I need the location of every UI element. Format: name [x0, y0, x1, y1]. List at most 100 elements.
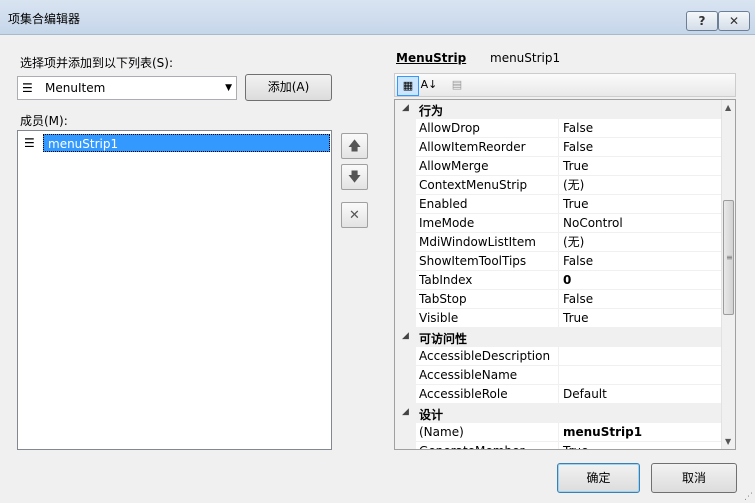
property-name: AccessibleDescription: [419, 349, 551, 363]
property-name: ContextMenuStrip: [419, 178, 528, 192]
close-button[interactable]: ✕: [718, 11, 750, 31]
property-value[interactable]: NoControl: [558, 214, 721, 233]
property-grid-toolbar: ▦ A↓ ▤: [394, 73, 736, 97]
alphabetical-icon[interactable]: A↓: [419, 76, 439, 94]
property-row[interactable]: AccessibleRole Default: [395, 385, 721, 404]
window-title: 项集合编辑器: [8, 12, 81, 26]
move-down-button[interactable]: 🡇: [341, 164, 368, 190]
property-value[interactable]: (无): [558, 176, 721, 195]
property-name: Enabled: [419, 197, 468, 211]
property-row[interactable]: Visible True: [395, 309, 721, 328]
delete-button[interactable]: ✕: [341, 202, 368, 228]
row-gutter: [395, 138, 416, 157]
property-row[interactable]: Enabled True: [395, 195, 721, 214]
property-value[interactable]: 0: [558, 271, 721, 290]
property-row[interactable]: MdiWindowListItem (无): [395, 233, 721, 252]
property-value[interactable]: menuStrip1: [558, 423, 721, 442]
collapse-icon[interactable]: ◢: [402, 331, 409, 341]
row-gutter: [395, 423, 416, 442]
object-name: menuStrip1: [490, 51, 561, 65]
ok-button[interactable]: 确定: [557, 463, 640, 493]
category-name: 行为: [419, 104, 444, 118]
delete-icon: ✕: [349, 208, 360, 223]
property-value[interactable]: False: [558, 290, 721, 309]
property-name: AccessibleName: [419, 368, 518, 382]
property-row[interactable]: ShowItemToolTips False: [395, 252, 721, 271]
property-value[interactable]: [558, 366, 721, 385]
add-button[interactable]: 添加(A): [245, 74, 332, 101]
property-row[interactable]: ImeMode NoControl: [395, 214, 721, 233]
row-gutter: [395, 385, 416, 404]
menu-item-icon: ☰: [22, 81, 33, 95]
scroll-thumb[interactable]: ≡: [723, 200, 734, 315]
property-name: (Name): [419, 425, 464, 439]
property-value[interactable]: (无): [558, 233, 721, 252]
row-gutter: [395, 290, 416, 309]
row-gutter: [395, 347, 416, 366]
row-gutter: [395, 214, 416, 233]
row-gutter: [395, 195, 416, 214]
row-gutter: [395, 119, 416, 138]
property-value[interactable]: False: [558, 138, 721, 157]
property-row[interactable]: AllowItemReorder False: [395, 138, 721, 157]
scroll-up-icon[interactable]: ▲: [725, 103, 731, 112]
move-up-button[interactable]: 🡅: [341, 133, 368, 159]
property-value[interactable]: False: [558, 252, 721, 271]
property-name: TabIndex: [419, 273, 473, 287]
property-row[interactable]: (Name) menuStrip1: [395, 423, 721, 442]
property-pages-icon[interactable]: ▤: [447, 76, 467, 94]
resize-grip-icon[interactable]: ⋰: [744, 492, 753, 502]
property-name: ShowItemToolTips: [419, 254, 527, 268]
property-value[interactable]: True: [558, 442, 721, 449]
row-gutter: [395, 309, 416, 328]
collapse-icon[interactable]: ◢: [402, 407, 409, 417]
property-row[interactable]: AccessibleName: [395, 366, 721, 385]
scroll-down-icon[interactable]: ▼: [725, 437, 731, 446]
property-value[interactable]: [558, 347, 721, 366]
list-item[interactable]: ☰ menuStrip1: [22, 134, 330, 152]
title-bar: 项集合编辑器 ? ✕: [0, 0, 755, 35]
cancel-button[interactable]: 取消: [651, 463, 737, 493]
property-value[interactable]: False: [558, 119, 721, 138]
arrow-up-icon: 🡅: [347, 139, 362, 154]
property-row[interactable]: TabIndex 0: [395, 271, 721, 290]
chevron-down-icon[interactable]: ▼: [225, 83, 232, 93]
combo-value: MenuItem: [45, 81, 106, 95]
property-value[interactable]: True: [558, 309, 721, 328]
row-gutter: [395, 233, 416, 252]
row-gutter: [395, 176, 416, 195]
row-gutter: [395, 252, 416, 271]
property-name: MdiWindowListItem: [419, 235, 536, 249]
property-row[interactable]: TabStop False: [395, 290, 721, 309]
collapse-icon[interactable]: ◢: [402, 103, 409, 113]
row-gutter: [395, 157, 416, 176]
category-row[interactable]: ◢ 行为: [395, 100, 721, 119]
members-label: 成员(M):: [20, 114, 68, 128]
category-row[interactable]: ◢ 设计: [395, 404, 721, 423]
members-list[interactable]: ☰ menuStrip1: [17, 130, 332, 450]
property-grid[interactable]: ◢ 行为 AllowDrop False AllowItemReorder False Al…: [394, 99, 736, 450]
property-name: AccessibleRole: [419, 387, 508, 401]
category-row[interactable]: ◢ 可访问性: [395, 328, 721, 347]
property-value[interactable]: True: [558, 157, 721, 176]
row-gutter: [395, 271, 416, 290]
grip-icon: ≡: [726, 253, 733, 262]
item-type-combo[interactable]: ☰ MenuItem ▼: [17, 76, 237, 100]
member-label: menuStrip1: [43, 134, 330, 152]
property-row[interactable]: AllowDrop False: [395, 119, 721, 138]
help-button[interactable]: ?: [686, 11, 718, 31]
vertical-scrollbar[interactable]: ▲ ≡ ▼: [721, 100, 735, 449]
category-name: 设计: [419, 408, 444, 422]
property-value[interactable]: Default: [558, 385, 721, 404]
property-row[interactable]: ContextMenuStrip (无): [395, 176, 721, 195]
property-value[interactable]: True: [558, 195, 721, 214]
property-row[interactable]: AllowMerge True: [395, 157, 721, 176]
property-row[interactable]: GenerateMemberTrue: [395, 442, 721, 449]
property-name: ImeMode: [419, 216, 475, 230]
property-row[interactable]: AccessibleDescription: [395, 347, 721, 366]
property-name: AllowDrop: [419, 121, 480, 135]
property-name: Visible: [419, 311, 459, 325]
categorized-icon[interactable]: ▦: [397, 76, 419, 96]
type-name: MenuStrip: [396, 51, 467, 65]
select-item-label: 选择项并添加到以下列表(S):: [20, 56, 174, 70]
